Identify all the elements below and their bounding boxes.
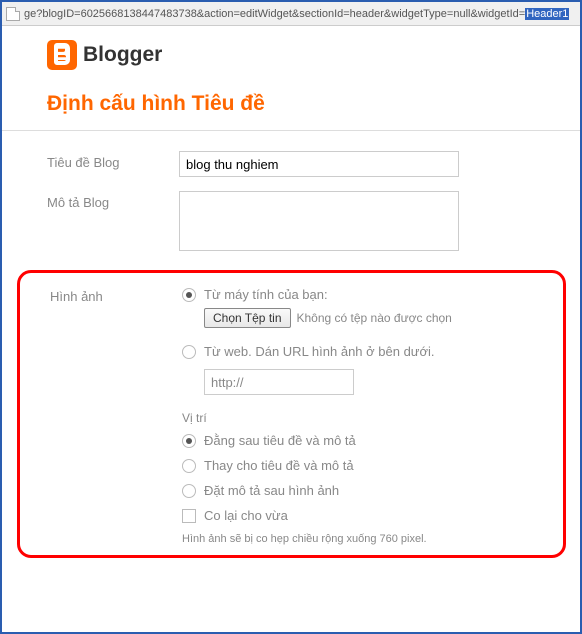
shrink-to-fit-option[interactable]: Co lại cho vừa — [182, 508, 553, 523]
blog-title-label: Tiêu đề Blog — [47, 151, 179, 177]
page-icon — [6, 7, 20, 21]
image-size-note: Hình ảnh sẽ bị co hẹp chiều rộng xuống 7… — [182, 533, 553, 545]
brand-header: Blogger — [47, 40, 558, 70]
url-selection: Header1 — [525, 8, 569, 20]
image-source-computer-option[interactable]: Từ máy tính của bạn: — [182, 287, 553, 302]
divider — [2, 130, 580, 131]
from-web-label: Từ web. Dán URL hình ảnh ở bên dưới. — [204, 344, 435, 359]
image-label: Hình ảnh — [50, 287, 182, 545]
brand-name: Blogger — [83, 43, 162, 67]
address-bar[interactable]: ge?blogID=6025668138447483738&action=edi… — [2, 2, 580, 26]
blogger-logo-icon — [47, 40, 77, 70]
file-status: Không có tệp nào được chọn — [297, 311, 452, 325]
position-behind-option[interactable]: Đằng sau tiêu đề và mô tả — [182, 433, 553, 448]
url-text: ge?blogID=6025668138447483738&action=edi… — [24, 8, 576, 20]
image-section-highlight: Hình ảnh Từ máy tính của bạn: Chọn Tệp t… — [17, 270, 566, 558]
shrink-label: Co lại cho vừa — [204, 508, 288, 523]
position-after-option[interactable]: Đặt mô tả sau hình ảnh — [182, 483, 553, 498]
position-label: Vị trí — [182, 411, 553, 425]
position-opt2-label: Thay cho tiêu đề và mô tả — [204, 458, 354, 473]
from-computer-label: Từ máy tính của bạn: — [204, 287, 328, 302]
position-opt1-label: Đằng sau tiêu đề và mô tả — [204, 433, 356, 448]
radio-icon — [182, 459, 196, 473]
page-title: Định cấu hình Tiêu đề — [47, 92, 558, 116]
blog-desc-input[interactable] — [179, 191, 459, 251]
checkbox-icon — [182, 509, 196, 523]
radio-icon — [182, 434, 196, 448]
image-source-web-option[interactable]: Từ web. Dán URL hình ảnh ở bên dưới. — [182, 344, 553, 359]
radio-icon — [182, 288, 196, 302]
image-url-input[interactable] — [204, 369, 354, 395]
blog-desc-label: Mô tả Blog — [47, 191, 179, 256]
radio-icon — [182, 345, 196, 359]
position-opt3-label: Đặt mô tả sau hình ảnh — [204, 483, 339, 498]
radio-icon — [182, 484, 196, 498]
blog-title-input[interactable] — [179, 151, 459, 177]
position-replace-option[interactable]: Thay cho tiêu đề và mô tả — [182, 458, 553, 473]
choose-file-button[interactable]: Chọn Tệp tin — [204, 308, 291, 328]
